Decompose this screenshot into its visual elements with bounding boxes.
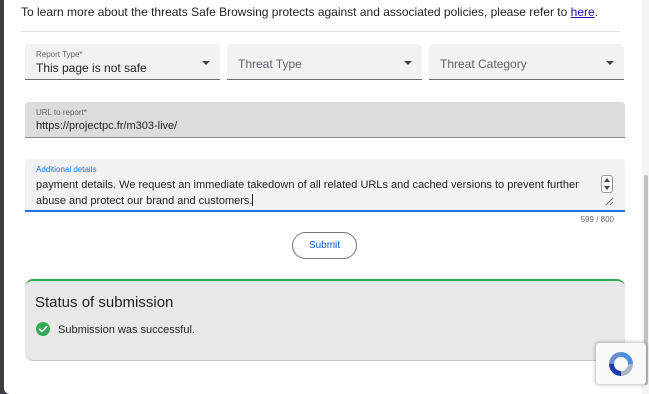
threat-category-select[interactable]: Threat Category xyxy=(429,44,624,80)
threat-type-placeholder: Threat Type xyxy=(238,57,302,71)
additional-details-label: Additional details xyxy=(36,165,97,174)
url-field[interactable]: URL to report* https://projectpc.fr/m303… xyxy=(25,102,625,138)
intro-text: To learn more about the threats Safe Bro… xyxy=(21,5,599,19)
status-title: Status of submission xyxy=(35,294,174,311)
submit-button[interactable]: Submit xyxy=(292,232,357,259)
threat-category-placeholder: Threat Category xyxy=(440,57,527,71)
recaptcha-icon xyxy=(609,352,633,376)
text-cursor xyxy=(252,194,254,206)
url-value: https://projectpc.fr/m303-live/ xyxy=(36,120,178,132)
additional-details-field[interactable]: Additional details payment details. We r… xyxy=(25,159,625,212)
divider xyxy=(21,31,620,32)
recaptcha-badge[interactable] xyxy=(596,343,646,384)
check-circle-icon xyxy=(36,322,50,336)
additional-details-text[interactable]: payment details. We request an immediate… xyxy=(36,177,596,209)
report-type-value: This page is not safe xyxy=(36,61,147,75)
threat-type-select[interactable]: Threat Type xyxy=(227,44,422,80)
url-label: URL to report* xyxy=(36,108,87,117)
report-type-select[interactable]: Report Type* This page is not safe xyxy=(25,44,220,80)
chevron-down-icon xyxy=(404,61,412,65)
resize-grip-icon[interactable] xyxy=(605,197,614,206)
character-counter: 599 / 800 xyxy=(580,215,614,224)
here-link[interactable]: here xyxy=(571,5,595,19)
report-type-label: Report Type* xyxy=(36,50,83,59)
scroll-spinner-icon[interactable] xyxy=(601,175,613,193)
chevron-down-icon xyxy=(606,61,614,65)
status-message: Submission was successful. xyxy=(58,324,195,336)
chevron-down-icon xyxy=(202,61,210,65)
status-card: Status of submission Submission was succ… xyxy=(25,279,625,361)
